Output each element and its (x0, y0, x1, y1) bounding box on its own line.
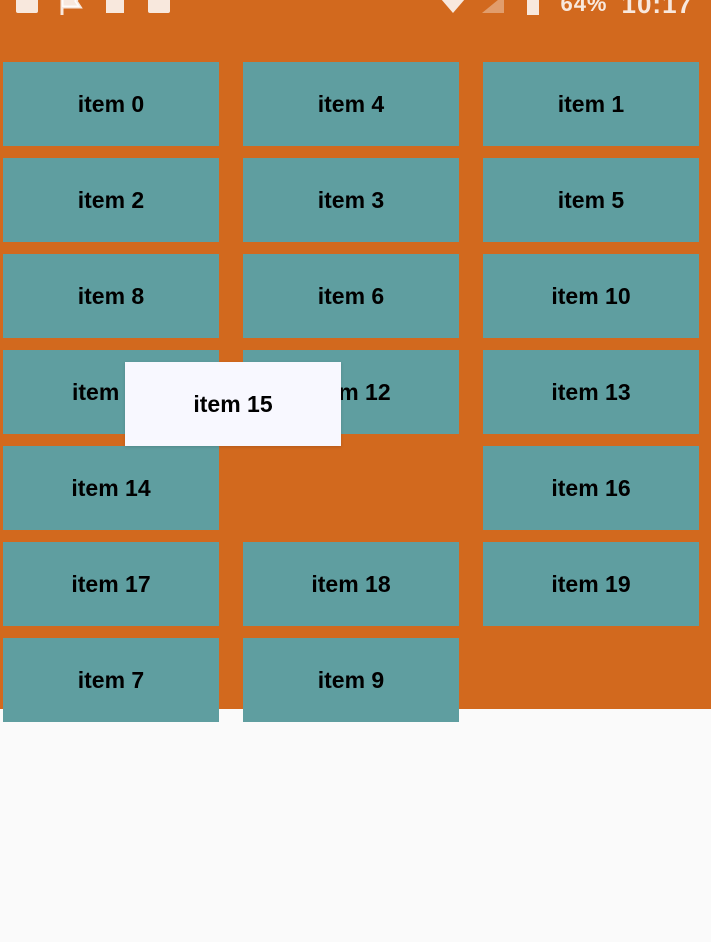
grid-item[interactable]: item 4 (243, 62, 459, 146)
grid-item[interactable]: item 17 (3, 542, 219, 626)
edit-icon (148, 0, 170, 13)
wifi-icon (442, 0, 465, 13)
grid-item[interactable]: item 7 (3, 638, 219, 722)
status-icons-right: 64% 10:17 (440, 0, 693, 19)
grid-item[interactable]: item 13 (483, 350, 699, 434)
grid-item[interactable]: item 14 (3, 446, 219, 530)
image-icon (16, 0, 38, 13)
grid-item[interactable]: item 9 (243, 638, 459, 722)
grid-item[interactable]: item 19 (483, 542, 699, 626)
grid-item[interactable]: item 0 (3, 62, 219, 146)
grid-item[interactable]: item 8 (3, 254, 219, 338)
grid-item[interactable]: item 6 (243, 254, 459, 338)
clock: 10:17 (621, 0, 693, 19)
signal-icon (482, 0, 505, 13)
grid-item[interactable]: item 18 (243, 542, 459, 626)
battery-percentage: 64% (560, 0, 608, 16)
grid-item[interactable]: item 16 (483, 446, 699, 530)
calendar-icon (106, 0, 124, 13)
grid-item[interactable]: item 5 (483, 158, 699, 242)
dragged-grid-item[interactable]: item 15 (125, 362, 341, 446)
battery-icon (527, 0, 540, 15)
status-bar: 64% 10:17 (0, 0, 711, 25)
draggable-grid: item 0 item 4 item 1 item 2 item 3 item … (0, 25, 711, 722)
status-icons-left (14, 0, 172, 16)
grid-item[interactable]: item 10 (483, 254, 699, 338)
grid-item[interactable]: item 2 (3, 158, 219, 242)
grid-item[interactable]: item 3 (243, 158, 459, 242)
flag-icon (60, 0, 83, 15)
grid-item[interactable]: item 1 (483, 62, 699, 146)
